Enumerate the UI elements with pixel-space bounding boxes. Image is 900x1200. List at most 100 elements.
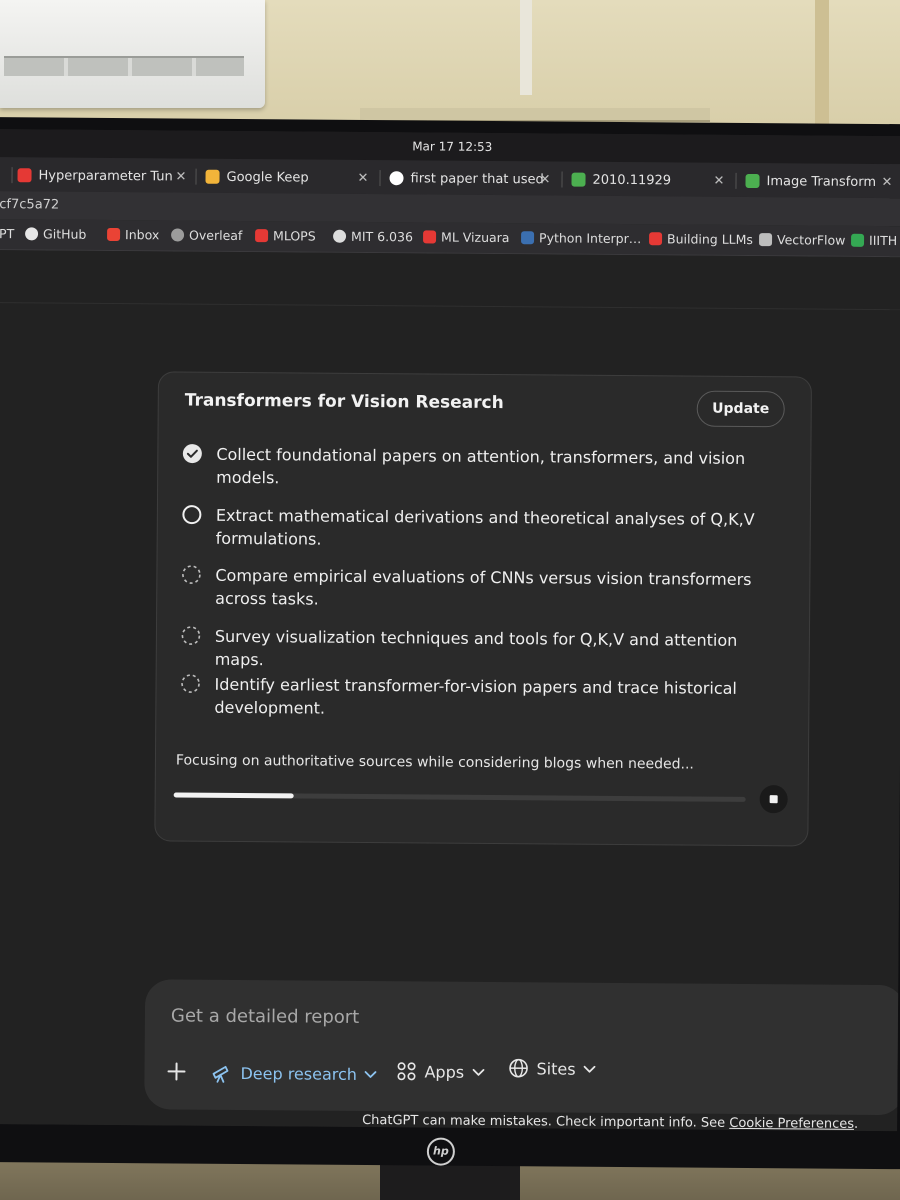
tab-separator xyxy=(195,168,197,185)
bookmark-label: VectorFlow xyxy=(777,232,846,248)
tab-hyperparameter[interactable]: Hyperparameter Tun ✕ xyxy=(17,161,187,190)
bookmark-label: Building LLMs xyxy=(667,231,754,247)
keep-icon xyxy=(205,169,220,184)
youtube-icon xyxy=(423,230,437,244)
bookmark-pt[interactable]: PT xyxy=(0,226,14,241)
tab-separator xyxy=(379,170,381,187)
step-text: Survey visualization techniques and tool… xyxy=(214,626,738,670)
research-step: Survey visualization techniques and tool… xyxy=(181,625,761,676)
tab-separator xyxy=(561,171,563,188)
bookmark-label: ML Vizuara xyxy=(441,229,510,246)
progress-fill xyxy=(173,792,294,799)
close-icon[interactable]: ✕ xyxy=(539,172,550,187)
cookie-preferences-link[interactable]: Cookie Preferences xyxy=(729,1116,854,1131)
sites-label: Sites xyxy=(536,1058,576,1079)
wall-conduit xyxy=(815,0,829,140)
youtube-icon xyxy=(649,232,663,246)
youtube-icon xyxy=(17,168,32,183)
apps-button[interactable]: Apps xyxy=(396,1061,486,1082)
globe-icon xyxy=(509,1058,528,1078)
tab-title: 2010.11929 xyxy=(592,172,672,188)
ac-vent xyxy=(4,56,244,76)
bookmark-label: Inbox xyxy=(125,227,160,243)
plus-icon xyxy=(167,1062,186,1081)
research-status: Focusing on authoritative sources while … xyxy=(175,752,694,773)
paper-icon xyxy=(571,172,586,187)
bookmark-overleaf[interactable]: Overleaf xyxy=(171,227,242,243)
tab-separator xyxy=(735,172,737,189)
progress-bar xyxy=(173,792,746,802)
composer: Deep research Apps xyxy=(144,979,900,1116)
chevron-down-icon xyxy=(365,1071,377,1078)
tab-title: Google Keep xyxy=(226,169,309,186)
telescope-icon xyxy=(212,1065,229,1083)
apps-grid-icon xyxy=(397,1062,416,1081)
bookmark-label: MIT 6.036 xyxy=(351,228,414,245)
gmail-icon xyxy=(107,227,121,242)
air-conditioner xyxy=(0,0,265,108)
chevron-down-icon xyxy=(583,1065,596,1073)
bookmark-mit[interactable]: MIT 6.036 xyxy=(333,228,414,245)
research-step: Extract mathematical derivations and the… xyxy=(182,504,762,555)
pending-circle-icon xyxy=(181,674,200,693)
close-icon[interactable]: ✕ xyxy=(175,169,186,184)
bookmark-ml-vizuara[interactable]: ML Vizuara xyxy=(423,229,510,245)
bookmark-label: IIITH W xyxy=(868,232,900,249)
research-step: Identify earliest transformer-for-vision… xyxy=(180,673,760,724)
apps-label: Apps xyxy=(424,1061,465,1082)
bookmark-label: GitHub xyxy=(43,226,87,242)
sites-button[interactable]: Sites xyxy=(508,1058,597,1079)
tab-title: first paper that used xyxy=(410,170,544,187)
wall-pipe xyxy=(520,0,532,95)
hp-logo: hp xyxy=(426,1137,455,1166)
disclaimer: ChatGPT can make mistakes. Check importa… xyxy=(362,1113,858,1131)
tab-title: Hyperparameter Tun xyxy=(38,167,173,184)
bookmark-mlops[interactable]: MLOPS xyxy=(255,228,316,244)
bookmark-building-llms[interactable]: Building LLMs xyxy=(649,231,753,247)
python-icon xyxy=(521,231,535,245)
close-icon[interactable]: ✕ xyxy=(357,170,368,185)
prompt-input[interactable] xyxy=(168,999,854,1037)
header-divider xyxy=(0,302,900,311)
bookmark-label: Python Interpr… xyxy=(539,230,642,247)
stop-icon xyxy=(769,795,778,804)
bookmark-iiith[interactable]: IIITH W xyxy=(851,233,900,248)
tab-title: Image Transformer xyxy=(766,173,877,190)
tab-google-keep[interactable]: Google Keep ✕ xyxy=(205,163,368,192)
close-icon[interactable]: ✕ xyxy=(881,175,892,190)
bookmark-label: PT xyxy=(0,226,15,242)
research-plan-card: Transformers for Vision Research Update … xyxy=(154,371,812,847)
step-text: Compare empirical evaluations of CNNs ve… xyxy=(215,565,752,609)
bookmark-label: Overleaf xyxy=(189,227,243,243)
close-icon[interactable]: ✕ xyxy=(713,173,724,188)
pending-circle-icon xyxy=(182,565,201,584)
research-title: Transformers for Vision Research xyxy=(184,390,504,414)
bookmark-python[interactable]: Python Interpr… xyxy=(521,230,641,246)
chevron-down-icon xyxy=(472,1068,485,1076)
step-text: Extract mathematical derivations and the… xyxy=(215,505,755,549)
tab-2010-11929[interactable]: 2010.11929 ✕ xyxy=(571,166,732,195)
step-text: Identify earliest transformer-for-vision… xyxy=(214,674,737,718)
tab-first-paper[interactable]: first paper that used ✕ xyxy=(389,164,550,193)
overleaf-icon xyxy=(171,228,185,242)
screen: Mar 17 12:53 Hyperparameter Tun ✕ Google… xyxy=(0,129,900,1132)
bookmark-vectorflow[interactable]: VectorFlow xyxy=(759,232,845,248)
mit-icon xyxy=(333,229,347,243)
deep-research-label: Deep research xyxy=(240,1063,358,1084)
step-text: Collect foundational papers on attention… xyxy=(216,444,746,488)
chat-page: Transformers for Vision Research Update … xyxy=(0,250,900,1131)
google-icon xyxy=(389,171,404,186)
check-circle-icon xyxy=(182,444,202,464)
deep-research-toggle[interactable]: Deep research xyxy=(210,1062,379,1085)
research-step: Compare empirical evaluations of CNNs ve… xyxy=(181,564,761,615)
bookmark-inbox[interactable]: Inbox xyxy=(107,227,159,242)
pending-circle-icon xyxy=(181,626,201,645)
update-button[interactable]: Update xyxy=(696,390,785,428)
tab-image-transformer[interactable]: Image Transformer ✕ xyxy=(745,167,892,196)
drive-icon xyxy=(851,233,865,247)
bookmark-github[interactable]: GitHub xyxy=(25,226,87,242)
disclaimer-end: . xyxy=(853,1116,859,1132)
add-button[interactable] xyxy=(166,1061,186,1081)
stop-button[interactable] xyxy=(759,785,788,814)
bookmark-label: MLOPS xyxy=(273,228,316,244)
